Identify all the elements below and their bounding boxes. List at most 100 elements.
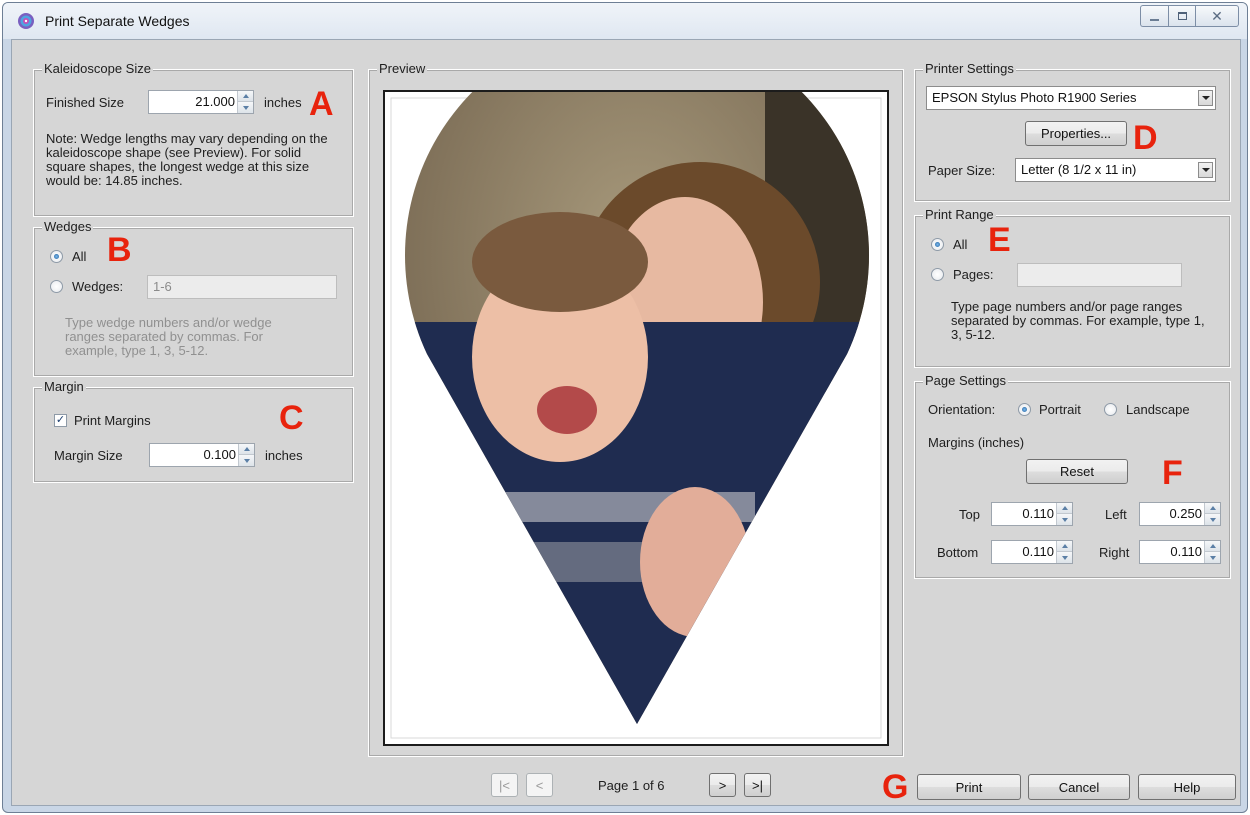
paper-size-select[interactable]: Letter (8 1/2 x 11 in): [1015, 158, 1216, 182]
print-margins-label[interactable]: Print Margins: [74, 413, 151, 428]
top-margin-spinner[interactable]: 0.110: [991, 502, 1073, 526]
right-margin-value: 0.110: [1170, 544, 1202, 559]
print-range-pages-input[interactable]: [1017, 263, 1182, 287]
right-margin-label: Right: [1099, 545, 1130, 560]
bottom-margin-label: Bottom: [937, 545, 979, 560]
left-margin-value: 0.250: [1169, 506, 1202, 521]
top-margin-value: 0.110: [1022, 506, 1054, 521]
bottom-margin-spinner[interactable]: 0.110: [991, 540, 1073, 564]
print-range-all-label[interactable]: All: [953, 237, 967, 252]
spin-up-icon[interactable]: [1205, 503, 1220, 514]
bottom-margin-value: 0.110: [1022, 544, 1054, 559]
left-margin-spinner[interactable]: 0.250: [1139, 502, 1221, 526]
annotation-marker-a: A: [309, 85, 334, 123]
right-margin-spinner[interactable]: 0.110: [1139, 540, 1221, 564]
spin-down-icon[interactable]: [1205, 552, 1220, 563]
print-separate-wedges-window: Print Separate Wedges ✕ Kaleidoscope Siz…: [2, 2, 1248, 813]
paper-size-label: Paper Size:: [928, 163, 996, 178]
finished-size-value: 21.000: [195, 94, 235, 109]
annotation-marker-c: C: [279, 399, 304, 437]
close-icon: ✕: [1211, 7, 1223, 24]
wedges-range-radio[interactable]: [50, 280, 63, 293]
window-title: Print Separate Wedges: [45, 13, 190, 29]
finished-size-spinner[interactable]: 21.000: [148, 90, 254, 114]
next-page-button[interactable]: >: [709, 773, 736, 797]
restore-icon: [1177, 12, 1187, 20]
wedges-title: Wedges: [42, 219, 94, 235]
prev-page-button[interactable]: <: [526, 773, 553, 797]
minimize-icon: [1150, 19, 1159, 21]
close-button[interactable]: ✕: [1195, 5, 1239, 27]
help-button[interactable]: Help: [1138, 774, 1236, 800]
page-indicator: Page 1 of 6: [598, 778, 665, 793]
bottom-margin-arrows[interactable]: [1056, 541, 1072, 563]
first-page-button[interactable]: |<: [491, 773, 518, 797]
preview-page: [383, 90, 889, 746]
finished-size-arrows[interactable]: [237, 91, 253, 113]
annotation-marker-b: B: [107, 231, 132, 269]
margin-size-unit: inches: [265, 448, 303, 463]
reset-button[interactable]: Reset: [1026, 459, 1128, 484]
print-range-group: Print Range All Pages: Type page numbers…: [914, 207, 1231, 368]
kaleidoscope-size-title: Kaleidoscope Size: [42, 61, 153, 77]
minimize-button[interactable]: [1140, 5, 1168, 27]
margin-size-arrows[interactable]: [238, 444, 254, 466]
top-margin-label: Top: [959, 507, 980, 522]
landscape-radio[interactable]: [1104, 403, 1117, 416]
margin-title: Margin: [42, 379, 86, 395]
spin-up-icon[interactable]: [239, 444, 254, 455]
portrait-label[interactable]: Portrait: [1039, 402, 1081, 417]
margins-inches-label: Margins (inches): [928, 435, 1025, 450]
kaleidoscope-size-group: Kaleidoscope Size Finished Size 21.000 i…: [33, 61, 354, 217]
page-settings-group: Page Settings Orientation: Portrait Land…: [914, 373, 1231, 579]
kaleidoscope-app-icon: [18, 13, 34, 29]
title-bar[interactable]: Print Separate Wedges ✕: [3, 3, 1247, 39]
kaleidoscope-note: Note: Wedge lengths may vary depending o…: [46, 131, 328, 188]
annotation-marker-f: F: [1162, 454, 1183, 492]
margin-size-spinner[interactable]: 0.100: [149, 443, 255, 467]
chevron-down-icon[interactable]: [1198, 162, 1213, 178]
restore-button[interactable]: [1168, 5, 1195, 27]
chevron-down-icon[interactable]: [1198, 90, 1213, 106]
print-range-all-radio[interactable]: [931, 238, 944, 251]
spin-down-icon[interactable]: [238, 102, 253, 113]
spin-up-icon[interactable]: [1057, 503, 1072, 514]
wedges-range-input[interactable]: 1-6: [147, 275, 337, 299]
spin-down-icon[interactable]: [1057, 552, 1072, 563]
spin-down-icon[interactable]: [1205, 514, 1220, 525]
annotation-marker-d: D: [1133, 119, 1158, 157]
printer-settings-title: Printer Settings: [923, 61, 1016, 77]
print-button[interactable]: Print: [917, 774, 1021, 800]
wedges-all-radio[interactable]: [50, 250, 63, 263]
spin-down-icon[interactable]: [1057, 514, 1072, 525]
wedges-range-label[interactable]: Wedges:: [72, 279, 123, 294]
printer-select-value: EPSON Stylus Photo R1900 Series: [932, 90, 1137, 105]
spin-up-icon[interactable]: [1205, 541, 1220, 552]
window-controls: ✕: [1140, 5, 1239, 27]
cancel-button[interactable]: Cancel: [1028, 774, 1130, 800]
printer-settings-group: Printer Settings EPSON Stylus Photo R190…: [914, 61, 1231, 202]
landscape-label[interactable]: Landscape: [1126, 402, 1190, 417]
left-margin-arrows[interactable]: [1204, 503, 1220, 525]
print-range-pages-radio[interactable]: [931, 268, 944, 281]
finished-size-unit: inches: [264, 95, 302, 110]
spin-up-icon[interactable]: [238, 91, 253, 102]
properties-button[interactable]: Properties...: [1025, 121, 1127, 146]
orientation-label: Orientation:: [928, 402, 996, 417]
wedges-help-text: Type wedge numbers and/or wedge ranges s…: [65, 315, 272, 358]
print-range-title: Print Range: [923, 207, 996, 223]
print-range-pages-label[interactable]: Pages:: [953, 267, 993, 282]
last-page-button[interactable]: >|: [744, 773, 771, 797]
right-margin-arrows[interactable]: [1204, 541, 1220, 563]
top-margin-arrows[interactable]: [1056, 503, 1072, 525]
spin-up-icon[interactable]: [1057, 541, 1072, 552]
portrait-radio[interactable]: [1018, 403, 1031, 416]
printer-select[interactable]: EPSON Stylus Photo R1900 Series: [926, 86, 1216, 110]
wedges-all-label[interactable]: All: [72, 249, 86, 264]
print-margins-checkbox[interactable]: ✓: [54, 414, 67, 427]
spin-down-icon[interactable]: [239, 455, 254, 466]
left-margin-label: Left: [1105, 507, 1127, 522]
preview-title: Preview: [377, 61, 428, 77]
page-settings-title: Page Settings: [923, 373, 1008, 389]
margin-size-value: 0.100: [203, 447, 236, 462]
